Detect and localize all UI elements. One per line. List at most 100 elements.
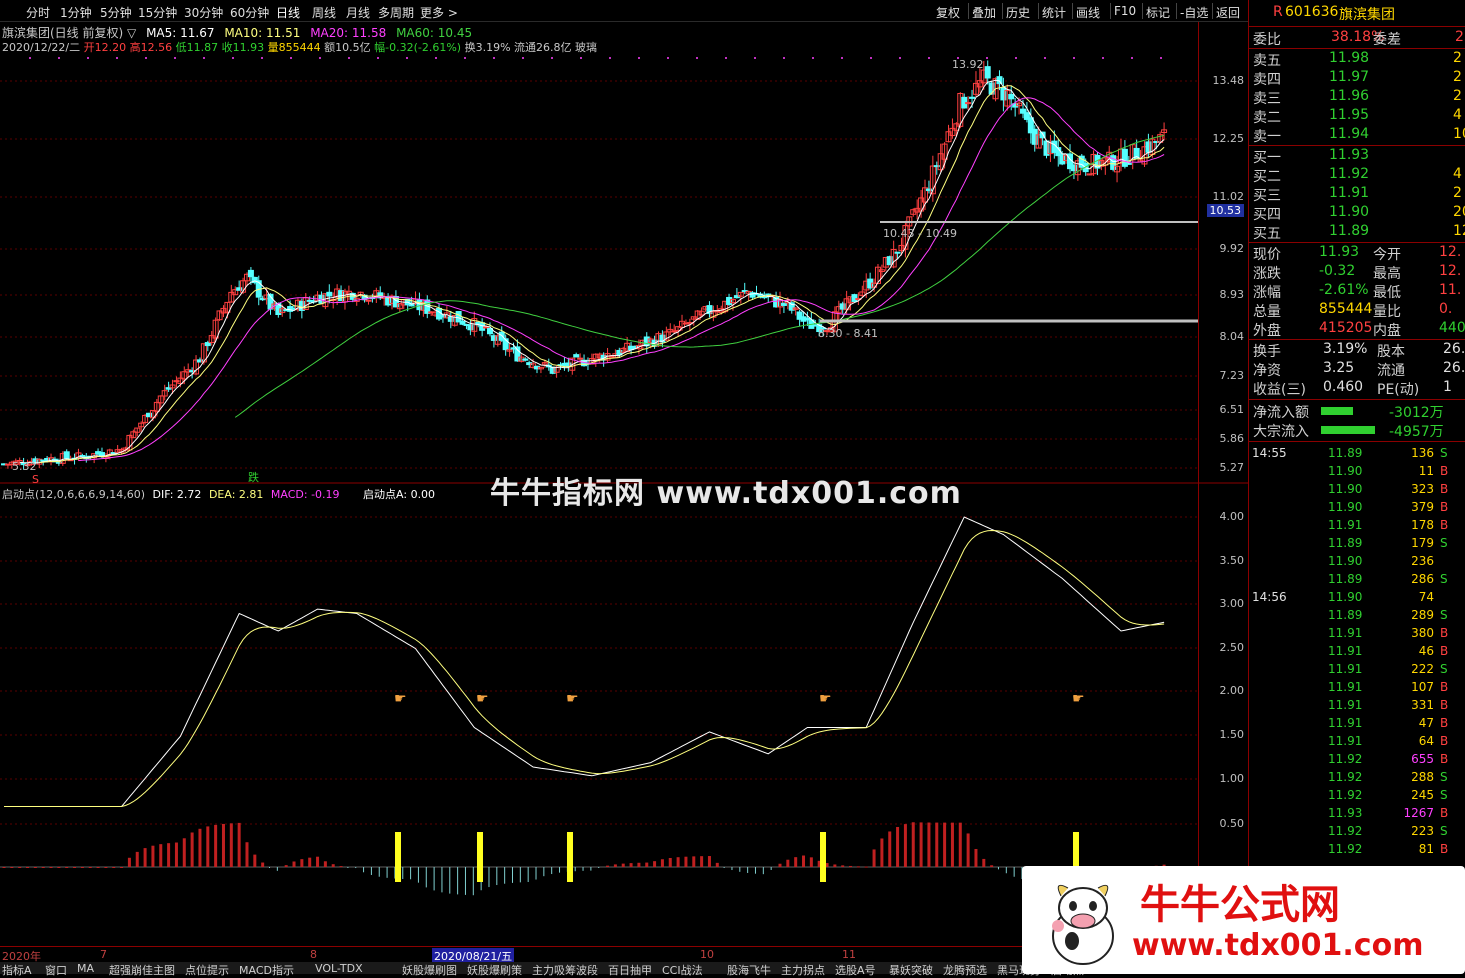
indicator-tab-11[interactable]: CCI战法 [662, 962, 703, 978]
hand-pointer-icon: ☛ [819, 691, 832, 707]
indicator-tab-5[interactable]: MACD指示 [239, 962, 294, 978]
tool-button-4[interactable]: 画线 [1076, 4, 1100, 21]
stock-header: R 601636 旗滨集团 [1253, 4, 1465, 23]
signal-dot [1015, 57, 1017, 59]
indicator-tab-10[interactable]: 百日抽甲 [608, 962, 652, 978]
macd-bar [802, 855, 806, 867]
signal-dot [928, 57, 930, 59]
macd-bar [974, 848, 978, 867]
macd-bar [559, 867, 561, 873]
indicator-name[interactable]: 启动点(12,0,6,6,6,9,14,60) [2, 488, 145, 501]
ma5-line [19, 79, 1165, 464]
indicator-tab-2[interactable]: MA [77, 962, 94, 975]
period-tab-9[interactable]: 多周期 [378, 4, 414, 21]
indicator-tab-7[interactable]: 妖股爆刷图 [402, 962, 457, 978]
tick-side: B [1440, 752, 1449, 766]
macd-bar [950, 822, 954, 867]
tool-button-0[interactable]: 复权 [936, 4, 960, 21]
macd-bar [1005, 867, 1007, 874]
tick-price: 11.92 [1328, 770, 1363, 784]
period-tab-5[interactable]: 60分钟 [230, 4, 269, 21]
tick-row: 11.89 289 S [1252, 608, 1465, 626]
period-tab-3[interactable]: 15分钟 [138, 4, 177, 21]
tick-price: 11.89 [1328, 608, 1363, 622]
period-tab-4[interactable]: 30分钟 [184, 4, 223, 21]
tick-price: 11.90 [1328, 590, 1363, 604]
macd-bar [864, 866, 868, 868]
period-tab-7[interactable]: 周线 [312, 4, 336, 21]
period-tab-0[interactable]: 分时 [26, 4, 50, 21]
indicator-tab-13[interactable]: 主力拐点 [781, 962, 825, 978]
period-tab-6[interactable]: 日线 [276, 4, 300, 21]
macd-bar [982, 858, 986, 867]
tick-side: B [1440, 806, 1449, 820]
indicator-tab-0[interactable]: 指标A [2, 962, 32, 978]
indicator-tab-15[interactable]: 暴妖突破 [889, 962, 933, 978]
tool-button-6[interactable]: 标记 [1146, 4, 1170, 21]
indicator-tab-9[interactable]: 主力吸筹波段 [532, 962, 598, 978]
ind-tick-4: 2.00 [1219, 684, 1245, 697]
macd-bar [637, 862, 641, 867]
tick-side: S [1440, 536, 1448, 550]
signal-dot [203, 57, 205, 59]
stat-value: 415205 [1319, 320, 1373, 336]
signal-dot [116, 57, 118, 59]
toolbar-separator [1002, 3, 1003, 19]
indicator-tab-8[interactable]: 妖股爆刷策 [467, 962, 522, 978]
tool-button-7[interactable]: -自选 [1180, 4, 1208, 21]
stat2-label: 股本 [1377, 344, 1405, 360]
stock-name: 旗滨集团 [1339, 7, 1395, 23]
period-tab-2[interactable]: 5分钟 [100, 4, 132, 21]
macd-bar [723, 867, 725, 868]
macd-bar [229, 823, 233, 867]
tick-price: 11.89 [1328, 572, 1363, 586]
indicator-tab-12[interactable]: 股海飞牛 [727, 962, 771, 978]
signal-bar [567, 832, 573, 882]
flow-label: 大宗流入 [1253, 424, 1309, 440]
indicator-tab-1[interactable]: 窗口 [45, 962, 67, 978]
macd-bar [598, 867, 600, 868]
macd-bar [990, 865, 994, 867]
indicator-tab-14[interactable]: 选股A号 [835, 962, 876, 978]
macd-bar [527, 867, 529, 883]
tick-time: 14:55 [1252, 446, 1287, 460]
stat-value: -0.32 [1319, 263, 1356, 279]
macd-bar [96, 867, 100, 868]
macd-bar [535, 867, 537, 880]
stat2-value: 0.460 [1323, 379, 1364, 395]
period-tab-10[interactable]: 更多 > [420, 4, 458, 21]
indicator-tab-6[interactable]: VOL-TDX [315, 962, 363, 975]
candle-body [326, 291, 333, 297]
tick-row: 11.91 331 B [1252, 698, 1465, 716]
stat-value: -2.61% [1319, 282, 1369, 298]
tick-price: 11.91 [1328, 518, 1363, 532]
macd-bar [347, 867, 349, 868]
tick-row: 11.90 379 B [1252, 500, 1465, 518]
period-tab-8[interactable]: 月线 [346, 4, 370, 21]
macd-bar [739, 867, 741, 872]
tool-button-5[interactable]: F10 [1114, 4, 1136, 18]
tool-button-1[interactable]: 叠加 [972, 4, 996, 21]
stat-value: 12. [1439, 244, 1462, 260]
tool-button-8[interactable]: 返回 [1216, 4, 1240, 21]
signal-dot [232, 57, 234, 59]
indicator-tab-3[interactable]: 超强崩佳主图 [109, 962, 175, 978]
tick-price: 11.90 [1328, 554, 1363, 568]
period-tab-1[interactable]: 1分钟 [60, 4, 92, 21]
macd-bar [190, 832, 194, 867]
stat-value: 11. [1439, 282, 1462, 298]
stat-row: 总量 855444 量比 0. [1253, 301, 1465, 320]
tick-row: 11.91 178 B [1252, 518, 1465, 536]
indicator-tab-4[interactable]: 点位提示 [185, 962, 229, 978]
macd-bar [1013, 867, 1015, 877]
macd-bar [504, 867, 506, 884]
toolbar-separator [1212, 3, 1213, 19]
indicator-tab-16[interactable]: 龙腾预选 [943, 962, 987, 978]
tick-side: S [1440, 788, 1448, 802]
macd-value: MACD: -0.19 [270, 488, 340, 501]
ask-vol: 4 [1453, 107, 1462, 123]
tick-vol: 179 [1411, 536, 1434, 550]
macd-bar [331, 864, 335, 867]
tool-button-3[interactable]: 统计 [1042, 4, 1066, 21]
tool-button-2[interactable]: 历史 [1006, 4, 1030, 21]
